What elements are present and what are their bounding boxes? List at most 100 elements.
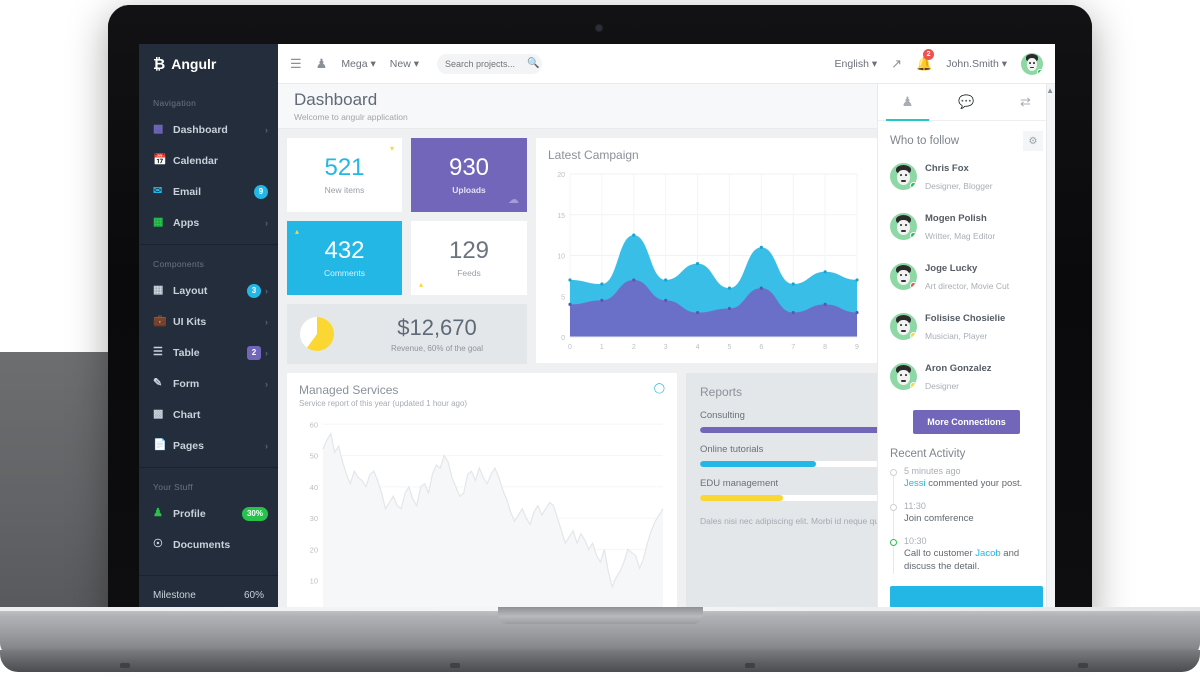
- brand[interactable]: ₿ Angulr: [139, 44, 278, 84]
- notifications[interactable]: 🔔 2: [916, 48, 935, 73]
- page-subtitle: Welcome to angulr application: [294, 112, 408, 122]
- user-icon: ♟: [901, 94, 914, 109]
- revenue-card[interactable]: $12,670 Revenue, 60% of the goal: [287, 304, 527, 364]
- revenue-amount: $12,670: [397, 315, 477, 340]
- chevron-right-icon: ›: [265, 378, 268, 389]
- language-selector[interactable]: English ▾: [835, 58, 878, 70]
- more-connections-button[interactable]: More Connections: [913, 410, 1020, 434]
- activity-text: Join comference: [904, 512, 974, 524]
- sidebar-section-components: Components: [153, 259, 205, 269]
- sidebar-item-documents[interactable]: ☉ Documents: [139, 529, 278, 560]
- sidebar-item-email[interactable]: ✉ Email 9: [139, 176, 278, 207]
- briefcase-icon: 💼: [153, 315, 167, 327]
- header-link-mega[interactable]: Mega ▾: [341, 58, 375, 70]
- managed-services-card: Managed Services Service report of this …: [287, 373, 677, 622]
- rail-tabs: ♟ 💬 ⇄: [878, 84, 1055, 121]
- list-ul-icon[interactable]: ☰: [290, 56, 302, 72]
- search-icon[interactable]: 🔍: [527, 58, 539, 69]
- sidebar-item-pages[interactable]: 📄 Pages ›: [139, 430, 278, 461]
- tile-caption: New items: [324, 184, 365, 195]
- person-name: Folisise Chosielie: [925, 313, 1006, 324]
- tile-new-items[interactable]: ▾ 521 New items: [287, 138, 402, 212]
- sidebar-badge-email: 9: [254, 184, 268, 199]
- activity-item: 11:30 Join comference: [890, 501, 1043, 536]
- tile-comments[interactable]: ▴ 432 Comments: [287, 221, 402, 295]
- avatar: [890, 262, 917, 290]
- svg-text:2: 2: [632, 344, 636, 351]
- search-input[interactable]: [445, 58, 523, 69]
- managed-services-chart: 10 20 30 40 50 60: [310, 420, 664, 612]
- tile-feeds[interactable]: 129 Feeds ▴: [411, 221, 527, 295]
- activity-time: 5 minutes ago: [904, 466, 961, 476]
- cloud-upload-icon: ☁: [508, 194, 519, 206]
- gear-icon[interactable]: ⚙: [1023, 131, 1043, 151]
- avatar: [890, 212, 917, 240]
- sidebar-item-label: Calendar: [173, 154, 218, 167]
- sidebar-item-form[interactable]: ✎ Form ›: [139, 368, 278, 399]
- report-label: Consulting: [700, 410, 745, 421]
- svg-text:30: 30: [310, 514, 318, 523]
- svg-text:6: 6: [759, 344, 763, 351]
- tab-messages[interactable]: 💬: [937, 84, 996, 120]
- list-item[interactable]: Joge Lucky Art director, Movie Cut: [890, 251, 1043, 301]
- milestone-label: Milestone: [153, 590, 196, 601]
- svg-text:0: 0: [561, 335, 565, 342]
- tile-number: 129: [448, 236, 490, 264]
- user-outline-icon[interactable]: ♟: [316, 56, 328, 72]
- list-item[interactable]: Aron Gonzalez Designer: [890, 351, 1043, 401]
- managed-services-subtitle: Service report of this year (updated 1 h…: [299, 399, 468, 408]
- sidebar-item-apps[interactable]: ▦ Apps ›: [139, 207, 278, 238]
- edit-icon: ✎: [153, 377, 163, 389]
- activity-time: 10:30: [904, 535, 927, 546]
- tile-number: 930: [448, 153, 490, 181]
- activity-highlight-item[interactable]: [890, 586, 1043, 609]
- circle-refresh-icon[interactable]: ◯: [654, 383, 665, 394]
- search-box[interactable]: 🔍: [437, 53, 542, 74]
- campaign-area-chart: 0 5 10 15 20 0 1 2 3 4 5 6 7 8 9: [557, 172, 859, 351]
- rail-body: Who to follow ⚙ Chris Fox Designer, Blog…: [878, 121, 1055, 609]
- recent-activity-title: Recent Activity: [890, 448, 966, 460]
- list-item[interactable]: Mogen Polish Writter, Mag Editor: [890, 201, 1043, 251]
- person-name: Mogen Polish: [925, 213, 987, 224]
- tile-uploads[interactable]: 930 Uploads ☁: [411, 138, 527, 212]
- calendar-icon: 📅: [153, 154, 167, 166]
- sidebar-item-label: UI Kits: [173, 315, 207, 328]
- svg-text:9: 9: [855, 344, 859, 351]
- sidebar-item-calendar[interactable]: 📅 Calendar: [139, 145, 278, 176]
- avatar[interactable]: [1021, 52, 1043, 75]
- expand-icon[interactable]: ↗: [891, 56, 902, 72]
- list-item[interactable]: Folisise Chosielie Musician, Player: [890, 301, 1043, 351]
- sidebar-item-chart[interactable]: ▩ Chart: [139, 399, 278, 430]
- sidebar-item-label: Email: [173, 185, 202, 198]
- report-label: EDU management: [700, 478, 779, 489]
- sidebar-item-profile[interactable]: ♟ Profile 30%: [139, 498, 278, 529]
- revenue-caption: Revenue, 60% of the goal: [390, 344, 484, 353]
- webcam-icon: [596, 25, 602, 31]
- chevron-right-icon: ›: [265, 440, 268, 451]
- chevron-right-icon: ›: [265, 316, 268, 327]
- tab-people[interactable]: ♟: [878, 84, 937, 121]
- svg-text:50: 50: [310, 452, 318, 461]
- sidebar-item-label: Form: [173, 377, 200, 390]
- chevron-right-icon: ›: [265, 285, 268, 296]
- user-icon: ♟: [153, 507, 163, 519]
- tile-caption: Feeds: [457, 267, 481, 278]
- header-link-new[interactable]: New ▾: [390, 58, 419, 70]
- activity-link[interactable]: Jacob: [975, 548, 1000, 559]
- sidebar-item-table[interactable]: ☰ Table 2 ›: [139, 337, 278, 368]
- timeline-dot: [890, 469, 897, 476]
- user-menu[interactable]: John.Smith ▾: [946, 58, 1007, 70]
- right-rail: ♟ 💬 ⇄ Who to follow ⚙ Chris Fox Designer…: [877, 84, 1055, 622]
- svg-text:4: 4: [696, 344, 700, 351]
- sidebar-item-label: Dashboard: [173, 123, 228, 136]
- scrollbar-track[interactable]: ▲ ▼: [1046, 84, 1055, 622]
- sidebar-item-ui-kits[interactable]: 💼 UI Kits ›: [139, 306, 278, 337]
- sidebar-item-layout[interactable]: ▦ Layout 3 ›: [139, 275, 278, 306]
- list-item[interactable]: Chris Fox Designer, Blogger: [890, 151, 1043, 201]
- bar-chart-icon: ▩: [153, 123, 164, 135]
- sidebar-item-label: Documents: [173, 538, 231, 551]
- activity-link[interactable]: Jessi: [904, 478, 926, 489]
- scroll-up-icon[interactable]: ▲: [1046, 86, 1054, 95]
- sidebar-item-dashboard[interactable]: ▩ Dashboard ›: [139, 114, 278, 145]
- screenshot-root: ₿ Angulr Navigation ▩ Dashboard › 📅 Cale…: [0, 0, 1200, 689]
